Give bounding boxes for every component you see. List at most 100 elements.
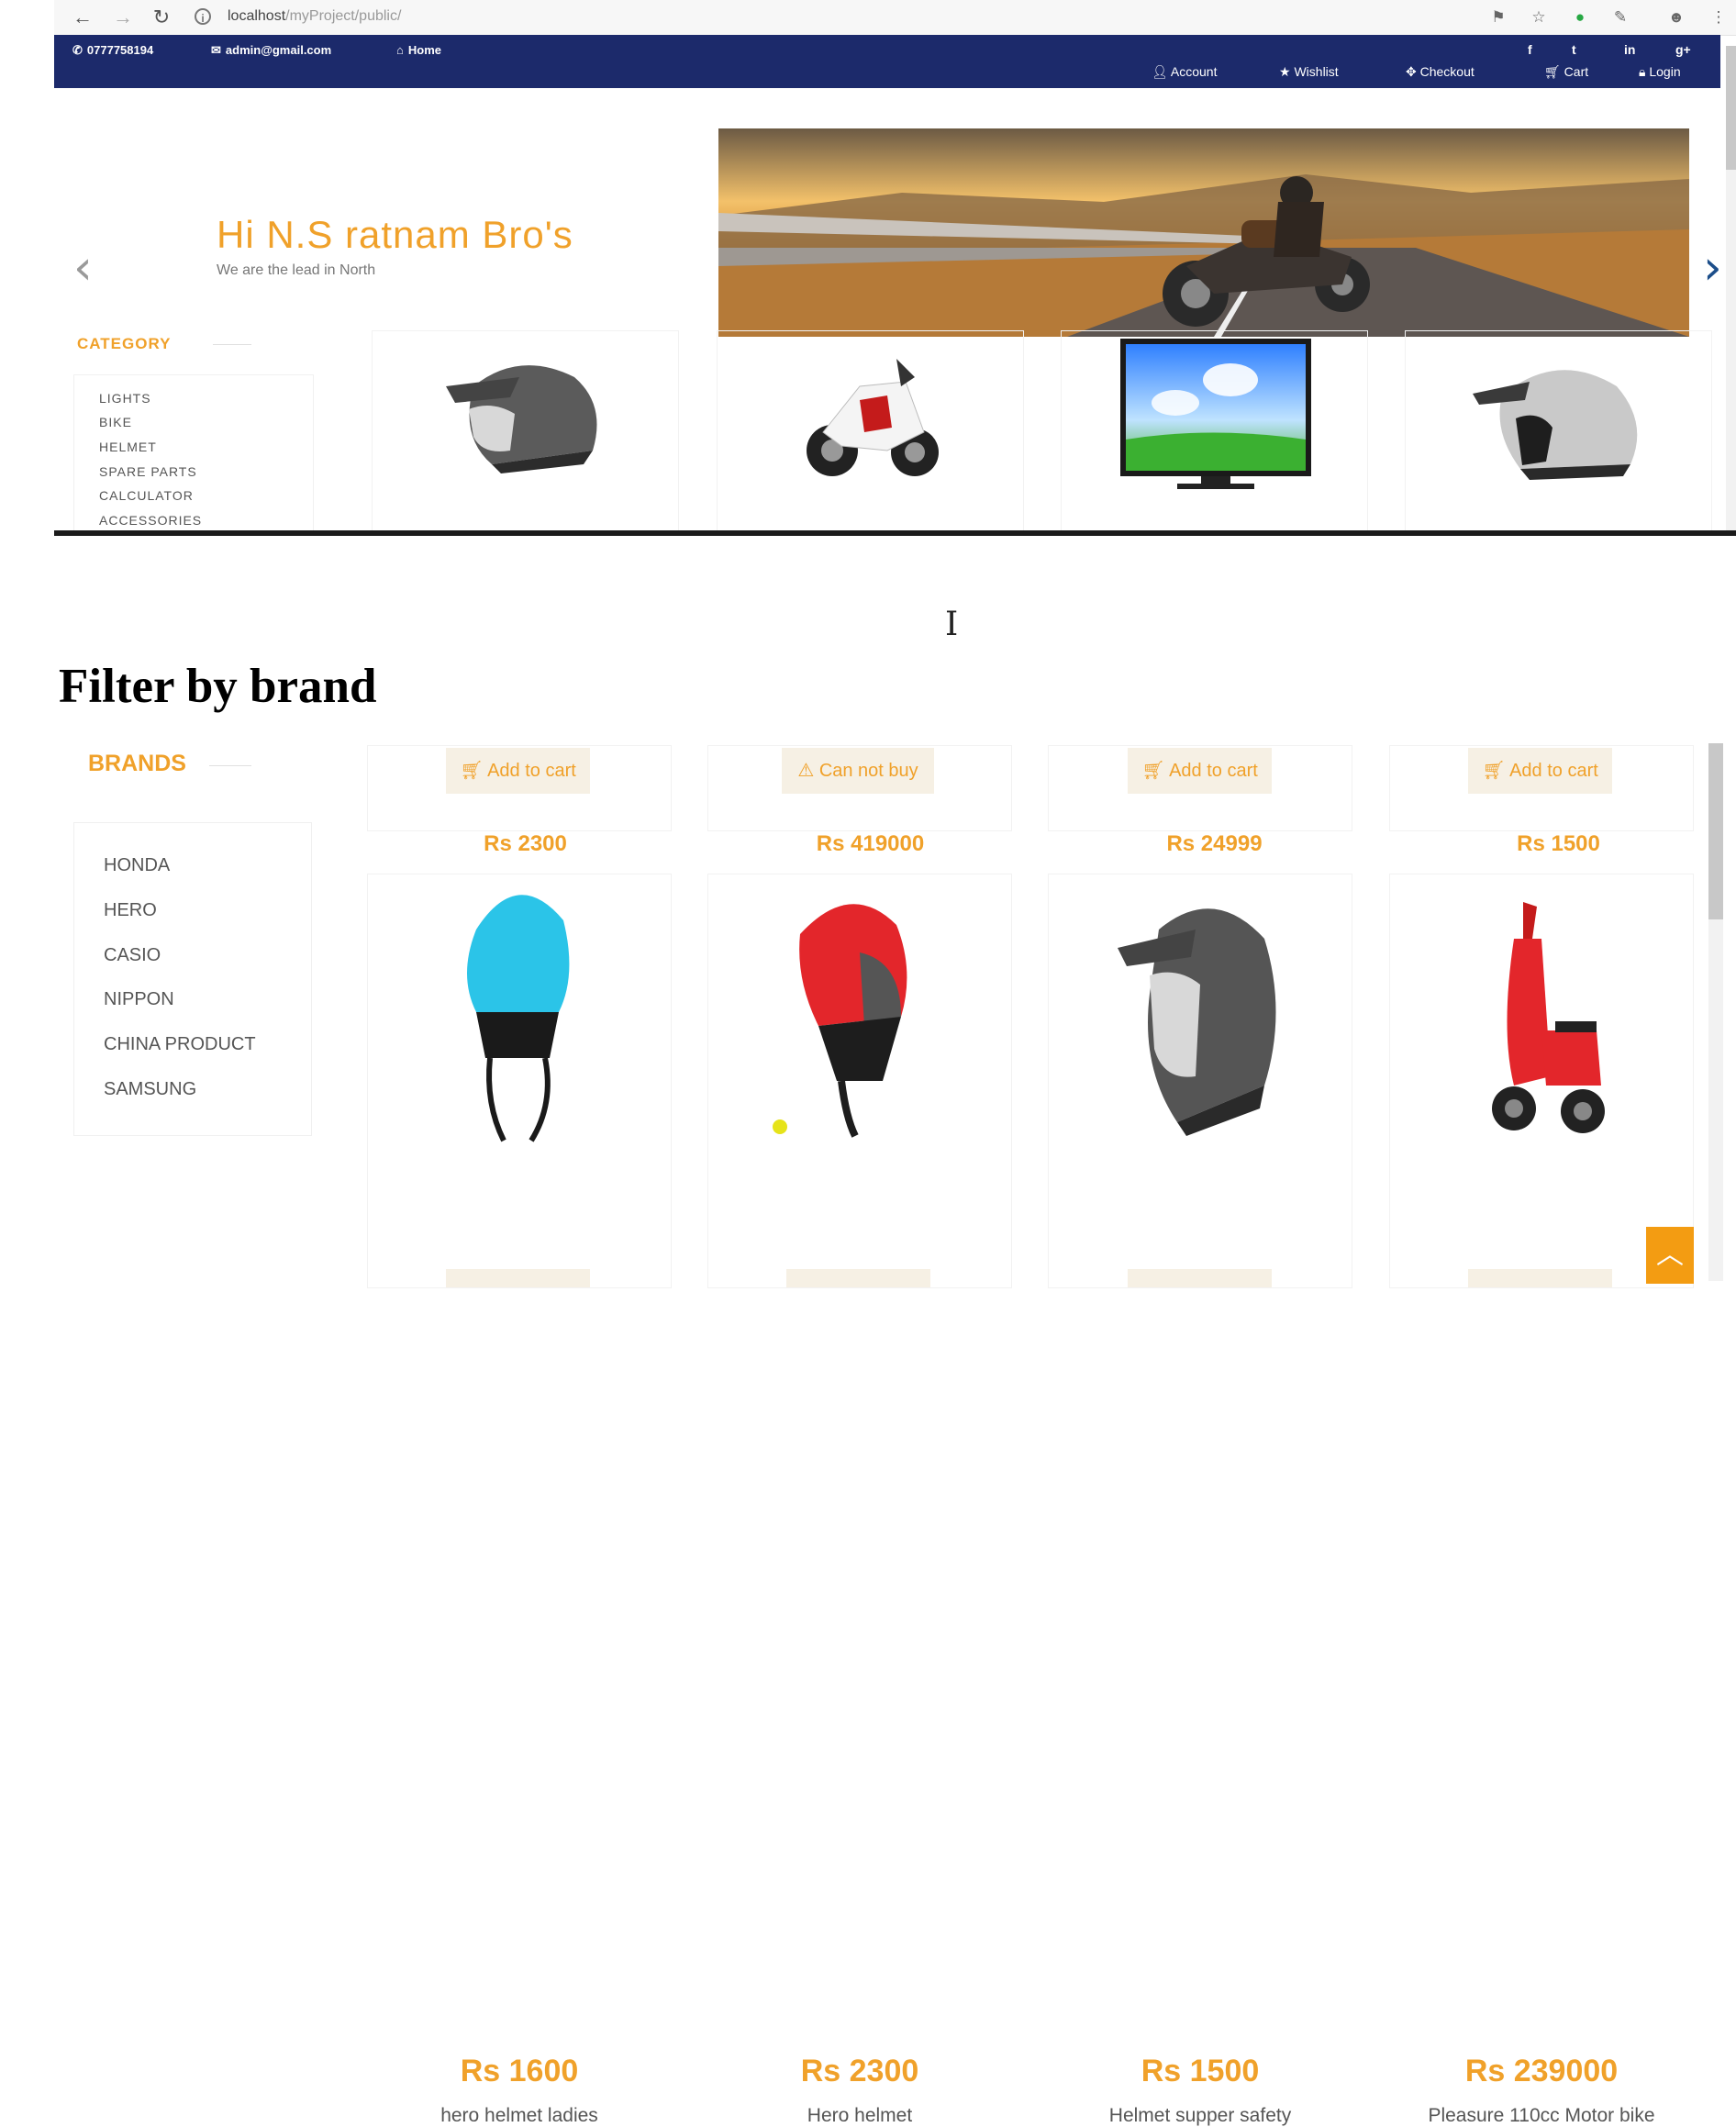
warning-icon: ⚠	[797, 761, 819, 781]
partial-button[interactable]	[446, 1269, 590, 1287]
product-price: Rs 239000	[1464, 2054, 1619, 2088]
featured-price: Rs 2300	[484, 831, 567, 856]
motorbike-icon	[807, 359, 939, 476]
profile-avatar[interactable]: ☻	[1666, 7, 1686, 28]
forward-arrow-icon[interactable]: →	[110, 6, 136, 29]
product-card[interactable]: Rs 1600 hero helmet ladies	[367, 874, 672, 2126]
lock-icon: 🔒︎	[1639, 64, 1650, 79]
category-item-helmet[interactable]: HELMET	[99, 440, 157, 454]
chevron-up-icon: ︿	[1656, 1240, 1684, 1270]
red-helmet-image	[773, 904, 907, 1138]
address-bar[interactable]: localhost/myProject/public/	[228, 8, 401, 25]
category-item-lights[interactable]: LIGHTS	[99, 391, 151, 406]
slider-motorbike-image	[718, 128, 1689, 337]
email-contact[interactable]: ✉ admin@gmail.com	[211, 43, 331, 58]
reload-icon[interactable]: ↻	[149, 6, 174, 29]
back-arrow-icon[interactable]: ←	[70, 6, 95, 29]
wishlist-label: Wishlist	[1294, 64, 1339, 79]
featured-product-card[interactable]: Rs 419000	[717, 330, 1024, 856]
crosshairs-icon: ✥	[1406, 64, 1420, 79]
email-address: admin@gmail.com	[225, 43, 332, 57]
featured-price: Rs 419000	[816, 831, 925, 856]
can-not-buy-label: Can not buy	[818, 761, 918, 781]
brand-item-china-product[interactable]: CHINA PRODUCT	[104, 1034, 256, 1055]
url-host: localhost	[228, 8, 286, 24]
can-not-buy-button[interactable]: ⚠ Can not buy	[782, 748, 934, 794]
featured-product-card[interactable]: Rs 24999	[1061, 330, 1368, 856]
cart-icon: 🛒︎	[1482, 761, 1510, 781]
featured-product-card[interactable]: Rs 2300	[372, 330, 679, 856]
brand-item-casio[interactable]: CASIO	[104, 945, 161, 966]
category-item-spare-parts[interactable]: SPARE PARTS	[99, 464, 197, 479]
product-name: hero helmet ladies	[440, 2105, 598, 2126]
product-name: Hero helmet	[807, 2105, 913, 2126]
envelope-icon: ✉	[211, 43, 221, 57]
wishlist-link[interactable]: ★ Wishlist	[1279, 64, 1339, 80]
partial-button[interactable]	[1128, 1269, 1272, 1287]
twitter-icon[interactable]: t	[1572, 42, 1576, 57]
helmet-icon	[1473, 370, 1638, 480]
phone-number: 0777758194	[86, 43, 154, 57]
product-card[interactable]: Rs 2300 Hero helmet	[707, 874, 1012, 2126]
helmet-icon	[446, 365, 597, 473]
checkout-label: Checkout	[1419, 64, 1474, 79]
extension-icon[interactable]: ●	[1570, 7, 1590, 28]
category-title: CATEGORY	[77, 335, 172, 352]
brand-item-honda[interactable]: HONDA	[104, 855, 170, 876]
scroll-to-top-button[interactable]: ︿	[1646, 1227, 1694, 1284]
category-item-bike[interactable]: BIKE	[99, 415, 132, 429]
upper-scrollbar-thumb[interactable]	[1726, 46, 1736, 170]
product-card[interactable]: Rs 1500 Helmet supper safety	[1048, 874, 1352, 2126]
url-path: /myProject/public/	[285, 8, 402, 24]
cart-label: Cart	[1564, 64, 1589, 79]
featured-product-card[interactable]: Rs 1500	[1405, 330, 1712, 856]
login-link[interactable]: 🔒︎ Login	[1639, 64, 1681, 80]
brand-item-samsung[interactable]: SAMSUNG	[104, 1079, 196, 1100]
add-to-cart-label: Add to cart	[487, 761, 576, 781]
featured-price: Rs 1500	[1517, 831, 1600, 856]
home-link[interactable]: ⌂ Home	[396, 43, 441, 57]
account-link[interactable]: 👤︎ Account	[1152, 64, 1217, 80]
facebook-icon[interactable]: f	[1528, 42, 1532, 57]
home-icon: ⌂	[396, 43, 404, 57]
brand-item-nippon[interactable]: NIPPON	[104, 989, 174, 1010]
add-to-cart-label: Add to cart	[1509, 761, 1598, 781]
slider-prev-icon[interactable]: ‹	[73, 244, 93, 292]
phone-icon: ✆	[72, 43, 83, 57]
star-icon[interactable]: ☆	[1529, 7, 1549, 28]
black-helmet-image	[1118, 908, 1276, 1136]
account-label: Account	[1170, 64, 1218, 79]
lower-scrollbar-thumb[interactable]	[1708, 743, 1723, 919]
featured-price: Rs 24999	[1166, 831, 1263, 856]
add-to-cart-button[interactable]: 🛒︎ Add to cart	[446, 748, 590, 794]
cart-icon: 🛒︎	[460, 761, 488, 781]
info-icon[interactable]: i	[195, 8, 211, 25]
checkout-link[interactable]: ✥ Checkout	[1406, 64, 1474, 80]
brands-title: BRANDS	[88, 751, 186, 776]
menu-dots-icon[interactable]: ⋮	[1708, 7, 1729, 28]
cart-link[interactable]: 🛒︎ Cart	[1544, 64, 1588, 80]
google-plus-icon[interactable]: g+	[1675, 42, 1691, 57]
translate-icon[interactable]: ⚑	[1488, 7, 1508, 28]
add-to-cart-button[interactable]: 🛒︎ Add to cart	[1128, 748, 1272, 794]
product-price: Rs 2300	[800, 2054, 919, 2088]
star-icon: ★	[1279, 64, 1295, 79]
add-to-cart-button[interactable]: 🛒︎ Add to cart	[1468, 748, 1612, 794]
blue-helmet-image	[467, 895, 570, 1142]
linkedin-icon[interactable]: in	[1624, 42, 1635, 57]
category-title-divider	[213, 344, 251, 345]
slider-subtitle: We are the lead in North	[217, 262, 376, 278]
slider-title: Hi N.S ratnam Bro's	[217, 213, 573, 256]
partial-button[interactable]	[1468, 1269, 1612, 1287]
category-item-accessories[interactable]: ACCESSORIES	[99, 513, 202, 528]
category-item-calculator[interactable]: CALCULATOR	[99, 488, 194, 503]
home-label: Home	[407, 43, 441, 57]
eyedropper-icon[interactable]: ✎	[1610, 7, 1630, 28]
add-to-cart-label: Add to cart	[1169, 761, 1258, 781]
product-price: Rs 1500	[1141, 2054, 1260, 2088]
product-name: Helmet supper safety	[1108, 2105, 1292, 2126]
brand-item-hero[interactable]: HERO	[104, 900, 157, 921]
partial-button[interactable]	[786, 1269, 930, 1287]
product-name: Pleasure 110cc Motor bike	[1428, 2105, 1655, 2126]
slider-next-icon[interactable]: ›	[1703, 244, 1722, 292]
